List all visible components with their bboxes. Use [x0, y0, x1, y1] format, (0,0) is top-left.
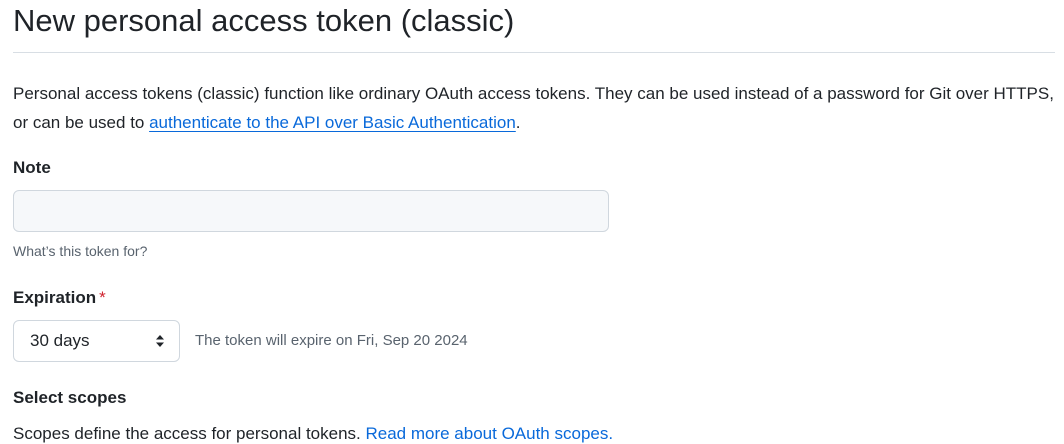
- note-label: Note: [13, 158, 51, 177]
- page-title: New personal access token (classic): [13, 3, 515, 38]
- expiration-select[interactable]: 30 days: [13, 320, 180, 362]
- intro-paragraph: Personal access tokens (classic) functio…: [13, 79, 1055, 137]
- note-hint: What’s this token for?: [13, 243, 148, 259]
- scopes-heading: Select scopes: [13, 388, 127, 407]
- expiration-select-value: 30 days: [30, 331, 90, 350]
- title-divider: [13, 52, 1055, 53]
- expiry-message: The token will expire on Fri, Sep 20 202…: [195, 332, 468, 349]
- oauth-scopes-link[interactable]: Read more about OAuth scopes.: [365, 424, 613, 443]
- note-input[interactable]: [13, 190, 609, 232]
- select-arrows-icon: [154, 333, 166, 349]
- intro-text-end: .: [515, 113, 521, 132]
- scopes-description-text: Scopes define the access for personal to…: [13, 424, 366, 443]
- expiration-label-row: Expiration *: [13, 287, 106, 309]
- basic-auth-link[interactable]: authenticate to the API over Basic Authe…: [149, 113, 516, 132]
- expiration-label: Expiration: [13, 288, 97, 307]
- scopes-description: Scopes define the access for personal to…: [13, 423, 613, 444]
- required-marker: *: [99, 288, 106, 307]
